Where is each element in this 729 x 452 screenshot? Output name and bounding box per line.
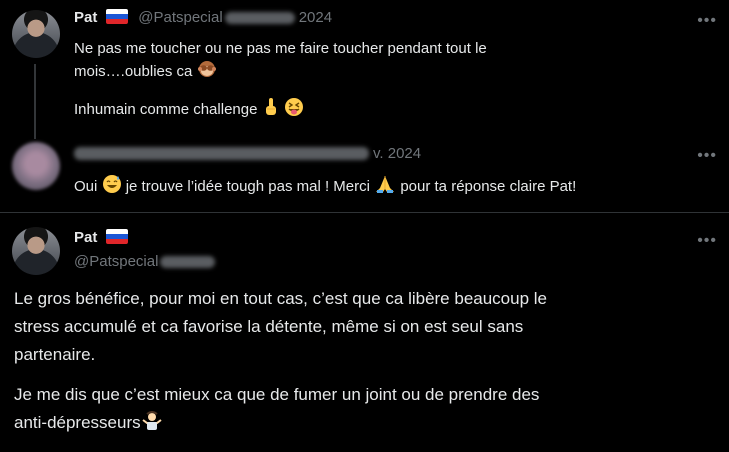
tweet3-header: Pat — [74, 229, 128, 247]
tweet-text-line: Ne pas me toucher ou ne pas me faire tou… — [74, 40, 487, 57]
person-shrugging-icon — [141, 411, 163, 438]
tweet-date[interactable]: 2024 — [299, 9, 332, 26]
thread-connector-line — [34, 64, 36, 139]
tweet1-text: Ne pas me toucher ou ne pas me faire tou… — [74, 39, 704, 123]
tweet-text-line: partenaire. — [14, 345, 96, 364]
tweet-divider — [0, 212, 729, 213]
tweet-text-fragment: je trouve l’idée tough pas mal ! Merci — [125, 178, 370, 195]
squinting-tongue-face-icon — [284, 97, 304, 123]
more-icon[interactable]: ••• — [697, 13, 717, 29]
folded-hands-icon — [374, 174, 396, 200]
tweet-text-fragment: anti-dépresseurs — [14, 413, 141, 432]
tweet3-text: Le gros bénéfice, pour moi en tout cas, … — [14, 287, 719, 438]
grinning-sweat-face-icon — [102, 174, 122, 200]
handle[interactable]: @Patspecial — [138, 9, 222, 26]
tweet1-header: Pat @Patspecial 2024 — [74, 9, 332, 27]
tweet-text-line: Inhumain comme challenge — [74, 97, 704, 123]
tweet-text-line: stress accumulé et ca favorise la détent… — [14, 317, 524, 336]
display-name[interactable]: Pat — [74, 229, 97, 246]
tweet-text-fragment: pour ta réponse claire Pat! — [400, 178, 577, 195]
tweet2-text: Oui je trouve l’idée tough pas mal ! Mer… — [74, 174, 724, 200]
tweet2-header: v. 2024 — [74, 145, 421, 163]
tweet-text-fragment: Inhumain comme challenge — [74, 101, 258, 118]
see-no-evil-monkey-icon — [197, 59, 217, 85]
tweet-text-line: anti-dépresseurs — [14, 411, 719, 438]
tweet-text-line: mois….oublies ca — [74, 59, 704, 85]
more-icon[interactable]: ••• — [697, 148, 717, 164]
tweet-text-line: Je me dis que c’est mieux ca que de fume… — [14, 385, 540, 404]
tweet3-handle-row: @Patspecial — [74, 253, 216, 271]
flag-russia-icon — [105, 9, 128, 24]
handle[interactable]: @Patspecial — [74, 253, 158, 270]
avatar[interactable] — [12, 227, 60, 275]
tweet-text-fragment: Oui — [74, 178, 98, 195]
redacted-handle — [160, 255, 216, 268]
display-name[interactable]: Pat — [74, 9, 97, 26]
more-icon[interactable]: ••• — [697, 233, 717, 249]
redacted-name-handle — [74, 147, 369, 161]
index-pointing-up-icon — [262, 97, 280, 123]
flag-russia-icon — [105, 229, 128, 244]
avatar[interactable] — [12, 142, 60, 190]
tweet-text-fragment: mois….oublies ca — [74, 63, 193, 80]
avatar[interactable] — [12, 10, 60, 58]
tweet-date[interactable]: v. 2024 — [373, 145, 421, 162]
tweet-text-line: Le gros bénéfice, pour moi en tout cas, … — [14, 289, 548, 308]
redacted-handle — [224, 11, 295, 24]
